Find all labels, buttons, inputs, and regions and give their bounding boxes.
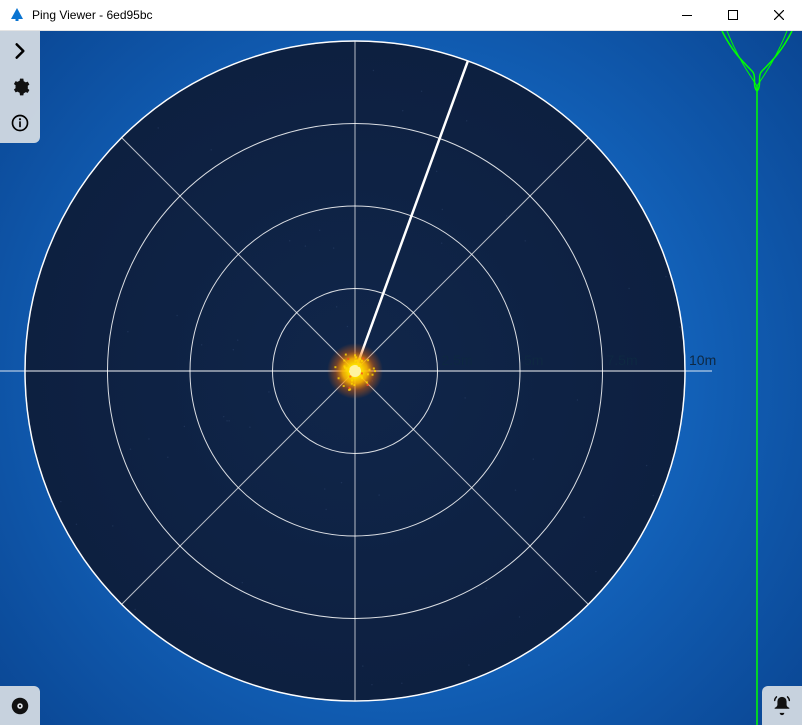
waterfall-panel [712,31,802,725]
range-label: 5m [524,352,543,368]
window-minimize-button[interactable] [664,0,710,30]
chevron-right-icon [10,41,30,61]
left-toolbar [0,31,40,143]
disc-icon [9,695,31,717]
window-title: Ping Viewer - 6ed95bc [32,8,153,22]
info-button[interactable] [6,109,34,137]
sonar-plot[interactable]: 2.5m5m7.5m10m [0,31,802,725]
window-close-button[interactable] [756,0,802,30]
range-label: 7.5m [607,352,638,368]
settings-button[interactable] [6,73,34,101]
range-label: 2.5m [442,352,473,368]
gear-icon [10,77,30,97]
bell-icon [771,695,793,717]
disk-button[interactable] [0,686,40,725]
window-titlebar: Ping Viewer - 6ed95bc [0,0,802,31]
main-content: 2.5m5m7.5m10m [0,31,802,725]
notifications-button[interactable] [762,686,802,725]
window-maximize-button[interactable] [710,0,756,30]
info-icon [10,113,30,133]
expand-button[interactable] [6,37,34,65]
app-icon [8,6,26,24]
sonar-group: 2.5m5m7.5m10m [0,31,716,725]
